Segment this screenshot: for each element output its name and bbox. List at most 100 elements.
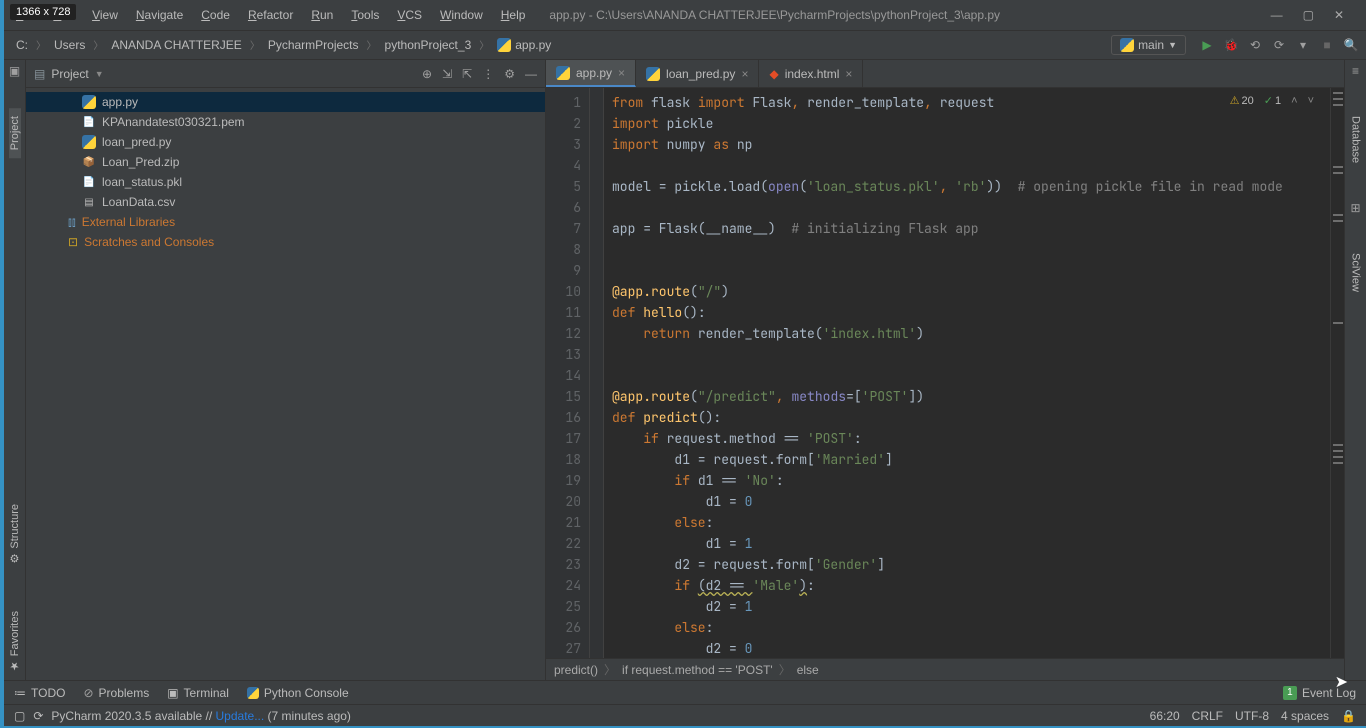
chevron-down-icon[interactable]: ▼: [95, 69, 104, 79]
inspection-status[interactable]: 20 1 ˄ ˅: [1230, 94, 1314, 107]
breadcrumb-item[interactable]: pythonProject_3: [381, 36, 476, 54]
terminal-tab[interactable]: ▣Terminal: [167, 686, 229, 700]
attach-button[interactable]: ▾: [1296, 38, 1310, 52]
update-link[interactable]: Update...: [216, 709, 265, 723]
menu-vcs[interactable]: VCS: [389, 4, 430, 26]
chevron-down-icon: ▼: [1168, 40, 1177, 50]
ok-count[interactable]: 1: [1264, 94, 1281, 107]
left-tool-gutter: ▣ Project ⚙ Structure ★ Favorites: [4, 60, 26, 680]
chevron-right-icon: 〉: [604, 661, 616, 678]
py-file-icon: [82, 135, 96, 149]
project-tree[interactable]: app.py📄KPAnandatest030321.pem loan_pred.p…: [26, 88, 545, 256]
hide-panel-icon[interactable]: —: [525, 67, 537, 81]
close-button[interactable]: ✕: [1334, 8, 1344, 22]
line-sep[interactable]: CRLF: [1192, 709, 1223, 723]
breadcrumbs[interactable]: C:〉Users〉ANANDA CHATTERJEE〉PycharmProjec…: [12, 36, 1111, 55]
file-LoanData-csv[interactable]: ▤LoanData.csv: [26, 192, 545, 212]
py-file-icon: [82, 95, 96, 109]
window-controls: — ▢ ✕: [1271, 8, 1362, 22]
minimize-button[interactable]: —: [1271, 8, 1283, 22]
run-button[interactable]: ▶: [1200, 38, 1214, 52]
maximize-button[interactable]: ▢: [1303, 8, 1314, 22]
menu-refactor[interactable]: Refactor: [240, 4, 301, 26]
file-label: loan_status.pkl: [102, 175, 182, 189]
sync-icon[interactable]: ⟳: [33, 709, 43, 723]
file-app-py[interactable]: app.py: [26, 92, 545, 112]
lock-icon[interactable]: 🔒: [1341, 709, 1356, 723]
cursor-position[interactable]: 66:20: [1150, 709, 1180, 723]
close-tab-icon[interactable]: ×: [845, 67, 852, 81]
right-tab-sciview[interactable]: SciView: [1350, 245, 1362, 300]
run-config-selector[interactable]: main ▼: [1111, 35, 1186, 55]
menu-help[interactable]: Help: [493, 4, 534, 26]
debug-button[interactable]: 🐞: [1224, 38, 1238, 52]
menu-run[interactable]: Run: [303, 4, 341, 26]
close-tab-icon[interactable]: ×: [618, 66, 625, 80]
event-log[interactable]: 1 Event Log: [1283, 686, 1356, 700]
settings-icon[interactable]: ⚙: [504, 67, 515, 81]
sciview-icon[interactable]: ⊞: [1349, 201, 1363, 215]
menu-window[interactable]: Window: [432, 4, 491, 26]
file-loan_pred-py[interactable]: loan_pred.py: [26, 132, 545, 152]
expand-icon[interactable]: ⇲: [442, 67, 452, 81]
editor-area: app.py×loan_pred.py×◆index.html× 1234567…: [546, 60, 1344, 680]
editor-crumb[interactable]: else: [797, 663, 819, 677]
breadcrumb-item[interactable]: ANANDA CHATTERJEE: [107, 36, 245, 54]
stop-button[interactable]: ■: [1320, 38, 1334, 52]
folder-icon: ▤: [34, 67, 45, 81]
editor-breadcrumb[interactable]: predict()〉if request.method == 'POST'〉el…: [546, 658, 1344, 680]
problems-tab[interactable]: ⊘Problems: [83, 686, 149, 700]
editor-tabs: app.py×loan_pred.py×◆index.html×: [546, 60, 1344, 88]
coverage-button[interactable]: ⟲: [1248, 38, 1262, 52]
warnings-count[interactable]: 20: [1230, 94, 1254, 107]
project-panel: ▤ Project ▼ ⊕ ⇲ ⇱ ⋮ ⚙ — app.py📄KPAnandat…: [26, 60, 546, 680]
lib-node[interactable]: ⫾⫾ External Libraries: [26, 212, 545, 232]
editor-scrollbar[interactable]: [1330, 88, 1344, 658]
tab-index-html[interactable]: ◆index.html×: [759, 60, 863, 87]
close-tab-icon[interactable]: ×: [741, 67, 748, 81]
locate-icon[interactable]: ⊕: [422, 67, 432, 81]
editor-crumb[interactable]: predict(): [554, 663, 598, 677]
breadcrumb-item[interactable]: app.py: [493, 36, 555, 55]
encoding[interactable]: UTF-8: [1235, 709, 1269, 723]
left-tab-project[interactable]: Project: [9, 108, 21, 158]
fold-gutter[interactable]: [590, 88, 604, 658]
file-label: loan_pred.py: [102, 135, 171, 149]
ide-icon[interactable]: ▢: [14, 709, 25, 723]
file-loan_status-pkl[interactable]: 📄loan_status.pkl: [26, 172, 545, 192]
main-menu: FileEditViewNavigateCodeRefactorRunTools…: [8, 4, 533, 26]
line-number-gutter[interactable]: 1234567891011121314151617181920212223242…: [546, 88, 590, 658]
editor-crumb[interactable]: if request.method == 'POST': [622, 663, 773, 677]
collapse-icon[interactable]: ⇱: [462, 67, 472, 81]
project-view-icon[interactable]: ▣: [8, 64, 22, 78]
breadcrumb-item[interactable]: PycharmProjects: [264, 36, 363, 54]
event-count-badge: 1: [1283, 686, 1297, 700]
search-button[interactable]: 🔍: [1344, 38, 1358, 52]
divider-icon: ⋮: [482, 67, 494, 81]
left-tab-favorites[interactable]: ★ Favorites: [8, 603, 21, 680]
python-console-tab[interactable]: Python Console: [247, 686, 349, 700]
menu-navigate[interactable]: Navigate: [128, 4, 191, 26]
database-icon[interactable]: ≡: [1349, 64, 1363, 78]
menu-view[interactable]: View: [84, 4, 126, 26]
profile-button[interactable]: ⟳: [1272, 38, 1286, 52]
next-highlight-icon[interactable]: ˅: [1308, 95, 1314, 107]
right-tab-database[interactable]: Database: [1350, 108, 1362, 171]
tab-loan_pred-py[interactable]: loan_pred.py×: [636, 60, 759, 87]
todo-tab[interactable]: ≔TODO: [14, 686, 65, 700]
file-KPAnandatest030321-pem[interactable]: 📄KPAnandatest030321.pem: [26, 112, 545, 132]
menu-code[interactable]: Code: [193, 4, 238, 26]
code-editor[interactable]: from flask import Flask, render_template…: [604, 88, 1330, 658]
window-title: app.py - C:\Users\ANANDA CHATTERJEE\Pych…: [533, 8, 1270, 22]
tab-app-py[interactable]: app.py×: [546, 60, 636, 87]
left-tab-structure[interactable]: ⚙ Structure: [8, 496, 21, 573]
breadcrumb-item[interactable]: C:: [12, 36, 32, 54]
file-Loan_Pred-zip[interactable]: 📦Loan_Pred.zip: [26, 152, 545, 172]
prev-highlight-icon[interactable]: ˄: [1291, 95, 1297, 107]
file-file-icon: 📄: [82, 115, 96, 129]
breadcrumb-item[interactable]: Users: [50, 36, 89, 54]
zip-file-icon: 📦: [82, 155, 96, 169]
lib-node[interactable]: ⊡ Scratches and Consoles: [26, 232, 545, 252]
menu-tools[interactable]: Tools: [343, 4, 387, 26]
indent[interactable]: 4 spaces: [1281, 709, 1329, 723]
